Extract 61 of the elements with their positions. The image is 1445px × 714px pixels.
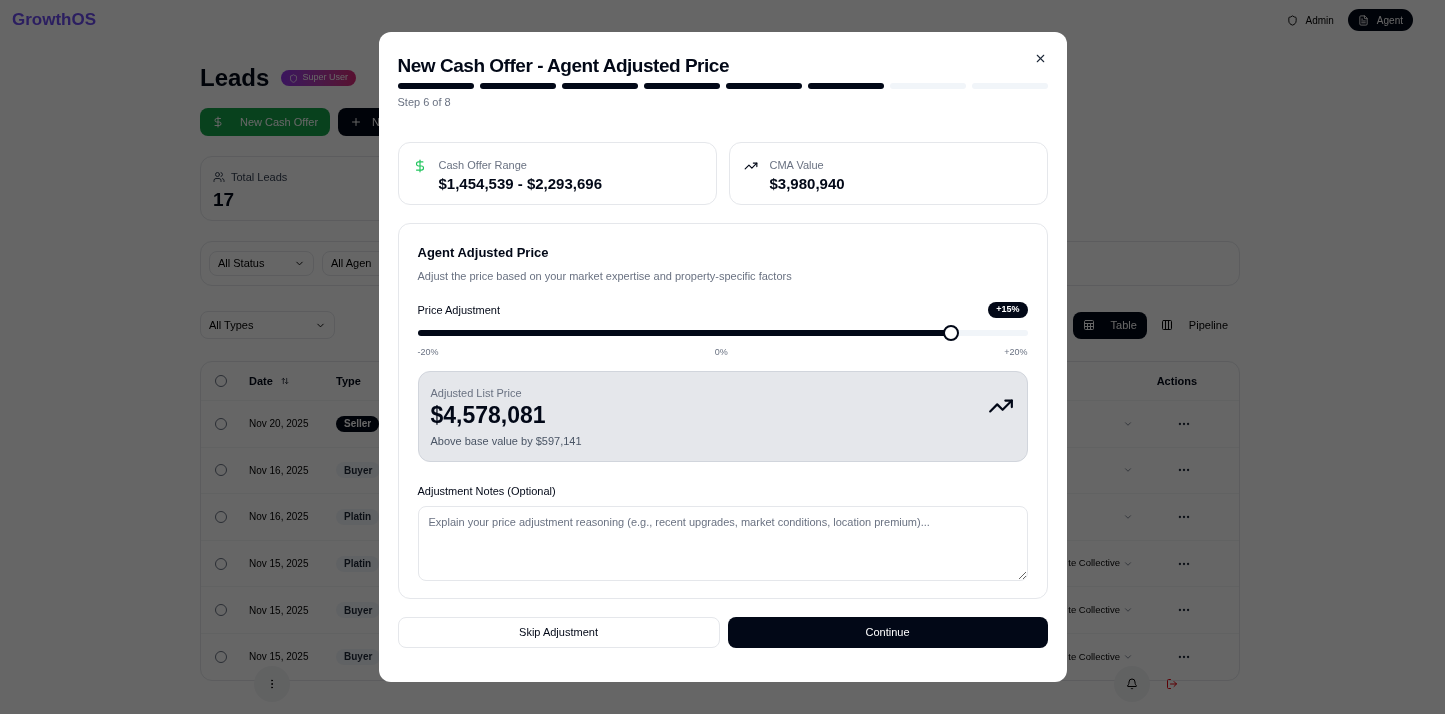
plus-icon <box>350 116 363 128</box>
sort-icon[interactable] <box>280 377 289 385</box>
slider-thumb[interactable] <box>943 325 960 341</box>
summary-label: Cash Offer Range <box>438 157 528 173</box>
slider-tick-label: -20% <box>417 346 439 359</box>
date-cell-text: Nov 16, 2025 <box>249 510 310 525</box>
dialog-title: New Cash Offer - Agent Adjusted Price <box>397 54 730 78</box>
skip-button[interactable]: Skip Adjustment <box>397 616 720 648</box>
app-logo[interactable]: GrowthOS <box>12 7 97 33</box>
agent-cell: te Collective <box>1068 556 1120 571</box>
summary-value: $1,454,539 - $2,293,696 <box>438 174 602 194</box>
role-badge: Super User <box>281 70 356 86</box>
type-tag: Buyer <box>336 462 381 479</box>
type-tag: Buyer <box>336 648 381 665</box>
date-cell-text: Nov 15, 2025 <box>249 603 310 618</box>
view-tab[interactable]: Table <box>1072 311 1147 339</box>
notes-field[interactable]: Explain your price adjustment reasoning (e.g., recent upgrades, market conditions, location premium)... <box>417 506 1028 581</box>
filter-select[interactable]: All Status <box>209 251 314 276</box>
users-icon <box>213 171 225 184</box>
column-header[interactable]: Type <box>336 372 361 390</box>
columns-icon <box>1160 319 1173 331</box>
slider-label: Price Adjustment <box>417 302 501 318</box>
document-icon <box>1357 14 1369 26</box>
adjusted-price: $4,578,081 <box>430 401 547 429</box>
summary-label: CMA Value <box>769 157 825 173</box>
price-slider[interactable] <box>417 325 1028 341</box>
date-cell-text: Nov 20, 2025 <box>249 417 310 432</box>
chevron-icon[interactable] <box>1123 512 1133 522</box>
step-indicator: Step 6 of 8 <box>397 95 452 110</box>
dollar-icon <box>212 116 224 128</box>
column-header: Actions <box>1156 373 1197 389</box>
bell-icon <box>1126 678 1138 690</box>
adjustment-badge: +15% <box>988 301 1028 318</box>
role-toggle[interactable]: Agent <box>1347 9 1413 31</box>
type-tag: Platin <box>336 555 380 572</box>
logout-icon[interactable] <box>1166 678 1178 690</box>
date-cell-text: Nov 15, 2025 <box>249 557 310 572</box>
column-header[interactable]: Date <box>249 372 273 390</box>
type-select[interactable]: All Types <box>200 311 335 339</box>
role-toggle[interactable]: Admin <box>1276 9 1344 31</box>
summary-value: $3,980,940 <box>769 174 845 194</box>
agent-cell: te Collective <box>1068 649 1120 664</box>
continue-button[interactable]: Continue <box>727 616 1048 648</box>
table-icon <box>1082 319 1095 331</box>
view-tab[interactable]: Pipeline <box>1150 311 1238 339</box>
slider-tick-label: 0% <box>714 346 728 359</box>
page-title: Leads <box>200 63 270 93</box>
agent-cell: te Collective <box>1068 603 1120 618</box>
date-cell-text: Nov 15, 2025 <box>249 650 310 665</box>
result-label: Adjusted List Price <box>430 385 523 401</box>
type-tag: Platin <box>336 509 380 525</box>
stat-label: Total Leads <box>231 170 288 185</box>
type-tag: Seller <box>336 415 380 432</box>
slider-tick-label: +20% <box>1004 346 1028 359</box>
type-tag: Buyer <box>336 602 381 619</box>
shield-icon <box>1286 14 1298 26</box>
new-cash-offer-button[interactable]: New Cash Offer <box>200 108 331 136</box>
notes-label: Adjustment Notes (Optional) <box>417 483 557 499</box>
notification-button[interactable] <box>1114 666 1150 702</box>
date-cell-text: Nov 16, 2025 <box>249 463 310 478</box>
result-note: Above base value by $597,141 <box>430 434 582 449</box>
